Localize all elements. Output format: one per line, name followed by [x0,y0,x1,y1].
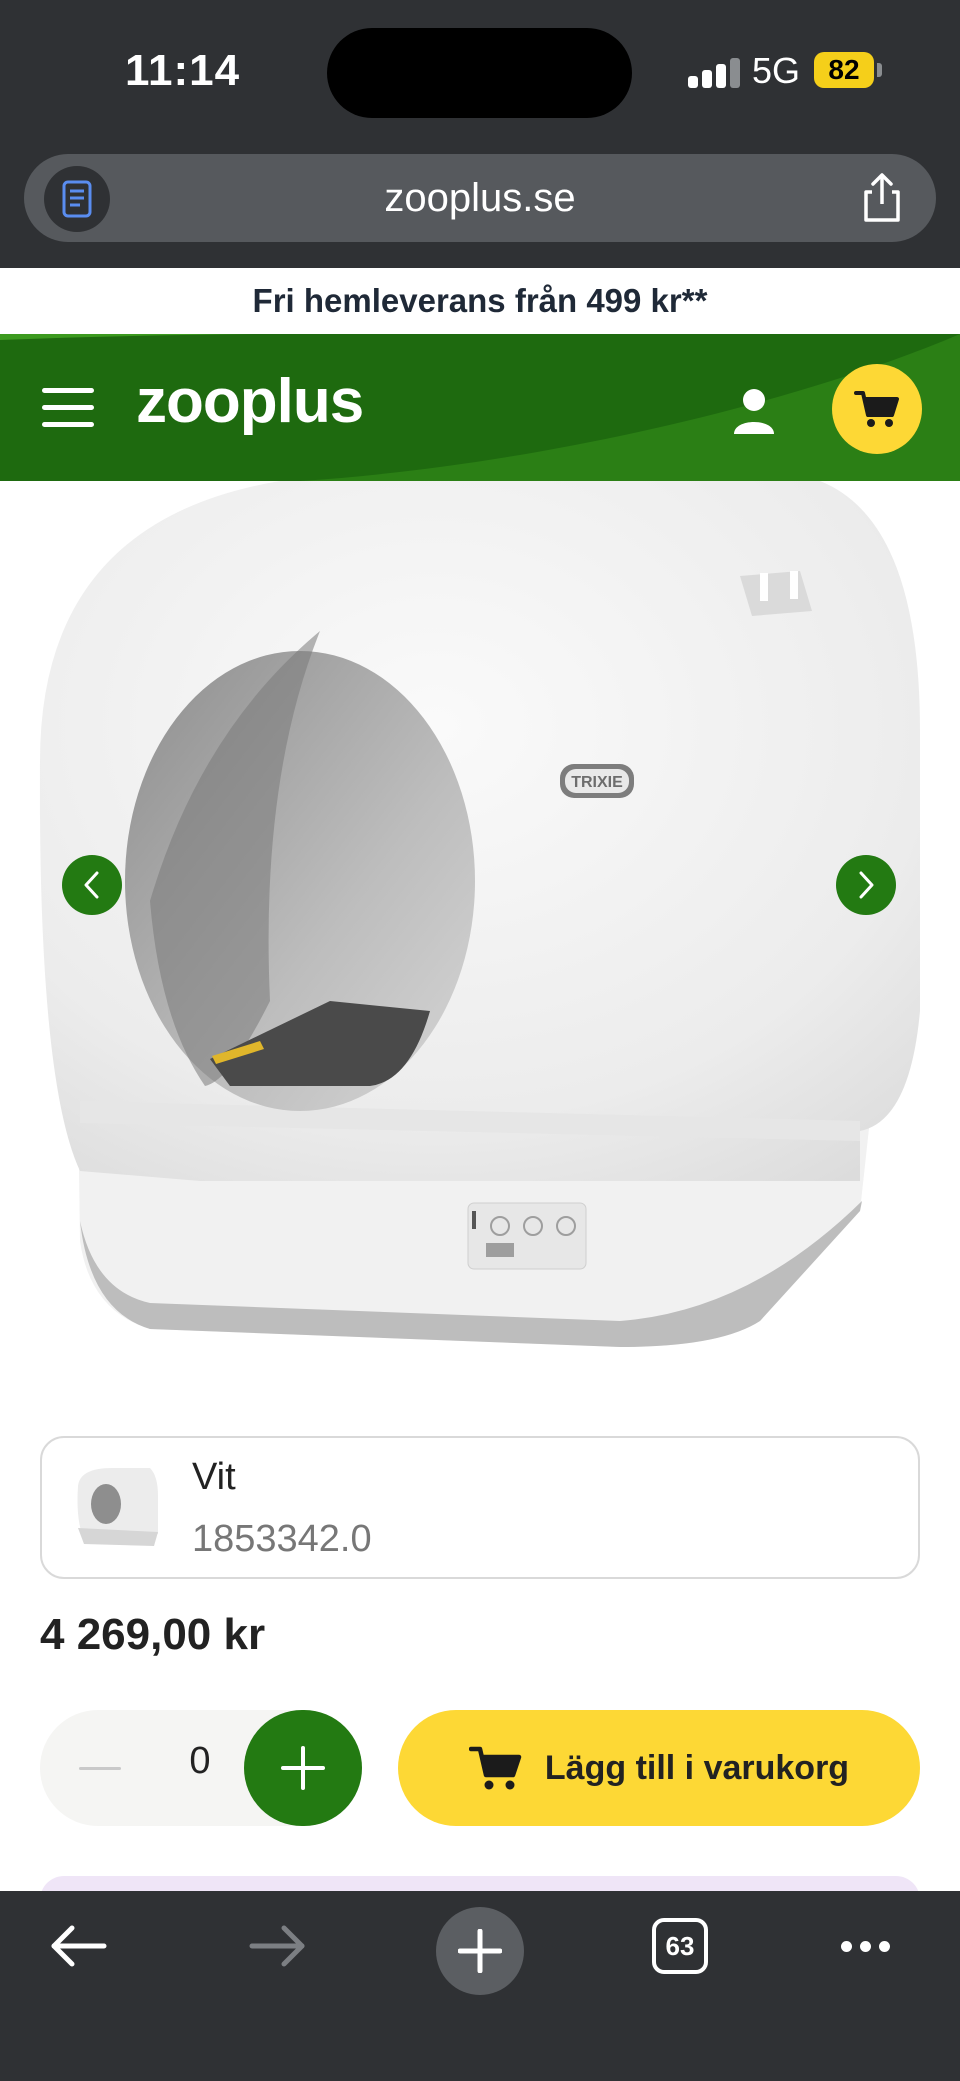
site-header: zooplus [0,334,960,481]
status-time: 11:14 [125,46,241,95]
quantity-stepper: 0 [40,1710,362,1826]
more-options-button[interactable] [830,1891,900,2001]
cart-icon [468,1746,522,1790]
product-brand-label: TRIXIE [571,774,623,791]
more-dot [878,1940,890,1952]
status-bar: 11:14 5G 82 [0,0,960,150]
new-tab-button[interactable] [436,1907,524,1995]
quantity-value[interactable]: 0 [150,1740,250,1783]
plus-icon [281,1746,325,1790]
cart-button[interactable] [832,364,922,454]
more-dot [840,1940,852,1952]
variant-thumbnail [77,1468,158,1546]
network-type: 5G [752,50,801,91]
cart-icon [854,391,899,427]
tab-count: 63 [652,1918,708,1974]
battery-icon: 82 [814,52,874,88]
url-text[interactable]: zooplus.se [24,176,936,221]
user-icon[interactable] [728,384,780,436]
browser-toolbar: 63 [0,1891,960,2081]
browser-address-area: zooplus.se [0,150,960,268]
tabs-button[interactable]: 63 [648,1891,712,2001]
address-bar[interactable]: zooplus.se [24,154,936,242]
plus-icon [458,1929,502,1973]
battery-tip [877,63,882,77]
back-button[interactable] [40,1891,116,2001]
variant-name: Vit [192,1456,236,1498]
forward-button[interactable] [240,1891,316,2001]
variant-sku: 1853342.0 [192,1518,372,1560]
product-image: TRIXIE [39,481,920,1347]
increase-quantity-button[interactable] [244,1710,362,1826]
add-to-cart-button[interactable]: Lägg till i varukorg [398,1710,920,1826]
add-to-cart-label: Lägg till i varukorg [544,1748,850,1787]
variant-selector[interactable]: Vit 1853342.0 [40,1436,920,1579]
arrow-left-icon [51,1925,107,1967]
promo-banner[interactable]: Fri hemleverans från 499 kr** [0,268,960,334]
carousel-next-button[interactable] [836,855,896,915]
dynamic-island [327,28,632,118]
arrow-right-icon [249,1925,305,1967]
share-icon[interactable] [854,170,910,226]
chevron-left-icon [84,871,99,899]
product-image-carousel[interactable]: TRIXIE [0,481,960,1371]
menu-icon[interactable] [42,388,94,428]
more-dot [859,1940,871,1952]
carousel-prev-button[interactable] [62,855,122,915]
zooplus-logo[interactable]: zooplus [136,366,364,437]
chevron-right-icon [859,871,874,899]
minus-icon [79,1766,121,1770]
cellular-signal-icon [688,58,744,88]
product-price: 4 269,00 kr [40,1610,266,1659]
decrease-quantity-button[interactable] [62,1730,138,1806]
